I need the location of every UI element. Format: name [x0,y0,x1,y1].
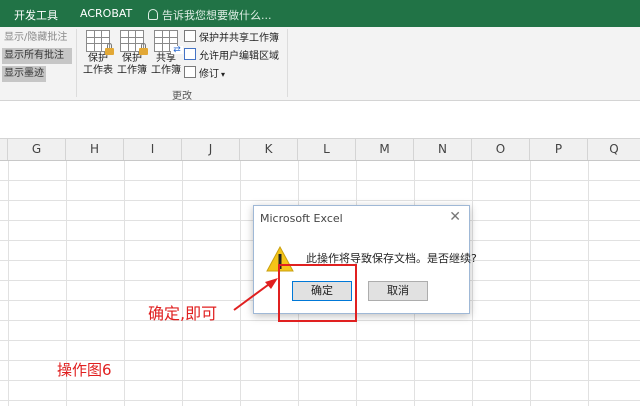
show-ink-button[interactable]: 显示墨迹 [2,66,46,82]
track-changes-label: 修订 [199,69,219,80]
allow-edit-ranges-label: 允许用户编辑区域 [199,51,279,62]
ribbon-divider [287,29,288,97]
column-header-j[interactable]: J [182,139,240,160]
protect-workbook-button[interactable]: 保护 工作簿 [115,30,149,77]
highlight-box [278,264,357,322]
tell-me-box[interactable]: 告诉我您想要做什么... [148,7,272,23]
grid-line [472,161,473,406]
column-header-l[interactable]: L [298,139,356,160]
tab-developer[interactable]: 开发工具 [14,7,58,23]
grid-line [124,161,125,406]
ribbon-tab-bar: 开发工具 ACROBAT 告诉我您想要做什么... [0,0,640,27]
column-headers: G H I J K L M N O P Q [0,139,640,161]
share-arrows-icon: ⇄ [171,46,183,55]
grid-line [530,161,531,406]
edit-ranges-icon [184,48,196,60]
column-header-q[interactable]: Q [588,139,640,160]
protect-sheet-button[interactable]: 保护 工作表 [81,30,115,77]
protect-workbook-icon [120,30,148,55]
formula-bar-area [0,101,640,139]
close-icon[interactable]: ✕ [449,209,461,225]
protect-and-share-label: 保护并共享工作簿 [199,33,279,44]
grid-line [182,161,183,406]
caption-text: 操作图6 [57,361,112,379]
track-changes-icon [184,66,196,78]
ribbon: 显示/隐藏批注 显示所有批注 显示墨迹 保护 工作表 保护 工作簿 ⇄ 共享 工… [0,27,640,102]
lock-icon [139,43,148,55]
share-workbook-icon: ⇄ [154,30,183,55]
chevron-down-icon: ▾ [221,70,226,79]
column-header-edge [0,139,8,160]
protect-sheet-icon [86,30,114,55]
grid-line [8,161,9,406]
grid-line [588,161,589,406]
column-header-i[interactable]: I [124,139,182,160]
tell-me-text: 告诉我您想要做什么... [162,9,272,22]
protect-workbook-label-2: 工作簿 [117,65,147,76]
protect-sheet-label-2: 工作表 [83,65,113,76]
column-header-m[interactable]: M [356,139,414,160]
tab-acrobat[interactable]: ACROBAT [80,7,132,20]
column-header-h[interactable]: H [66,139,124,160]
column-header-k[interactable]: K [240,139,298,160]
allow-edit-ranges-button[interactable]: 允许用户编辑区域 [184,48,279,64]
protect-share-icon [184,30,196,42]
ribbon-divider [76,29,77,97]
column-header-n[interactable]: N [414,139,472,160]
dialog-title: Microsoft Excel [260,212,343,225]
column-header-p[interactable]: P [530,139,588,160]
show-hide-comment-button[interactable]: 显示/隐藏批注 [2,30,72,46]
arrow-icon [233,278,278,311]
lock-icon [105,43,114,55]
track-changes-button[interactable]: 修订 ▾ [184,66,225,82]
share-workbook-label-2: 工作簿 [151,65,181,76]
show-all-comments-button[interactable]: 显示所有批注 [2,48,72,64]
lightbulb-icon [148,9,158,20]
group-label-changes: 更改 [172,91,192,102]
share-workbook-button[interactable]: ⇄ 共享 工作簿 [149,30,183,77]
protect-and-share-button[interactable]: 保护并共享工作簿 [184,30,279,46]
cancel-button[interactable]: 取消 [368,281,428,301]
column-header-o[interactable]: O [472,139,530,160]
annotation-text: 确定,即可 [148,304,218,323]
column-header-g[interactable]: G [8,139,66,160]
